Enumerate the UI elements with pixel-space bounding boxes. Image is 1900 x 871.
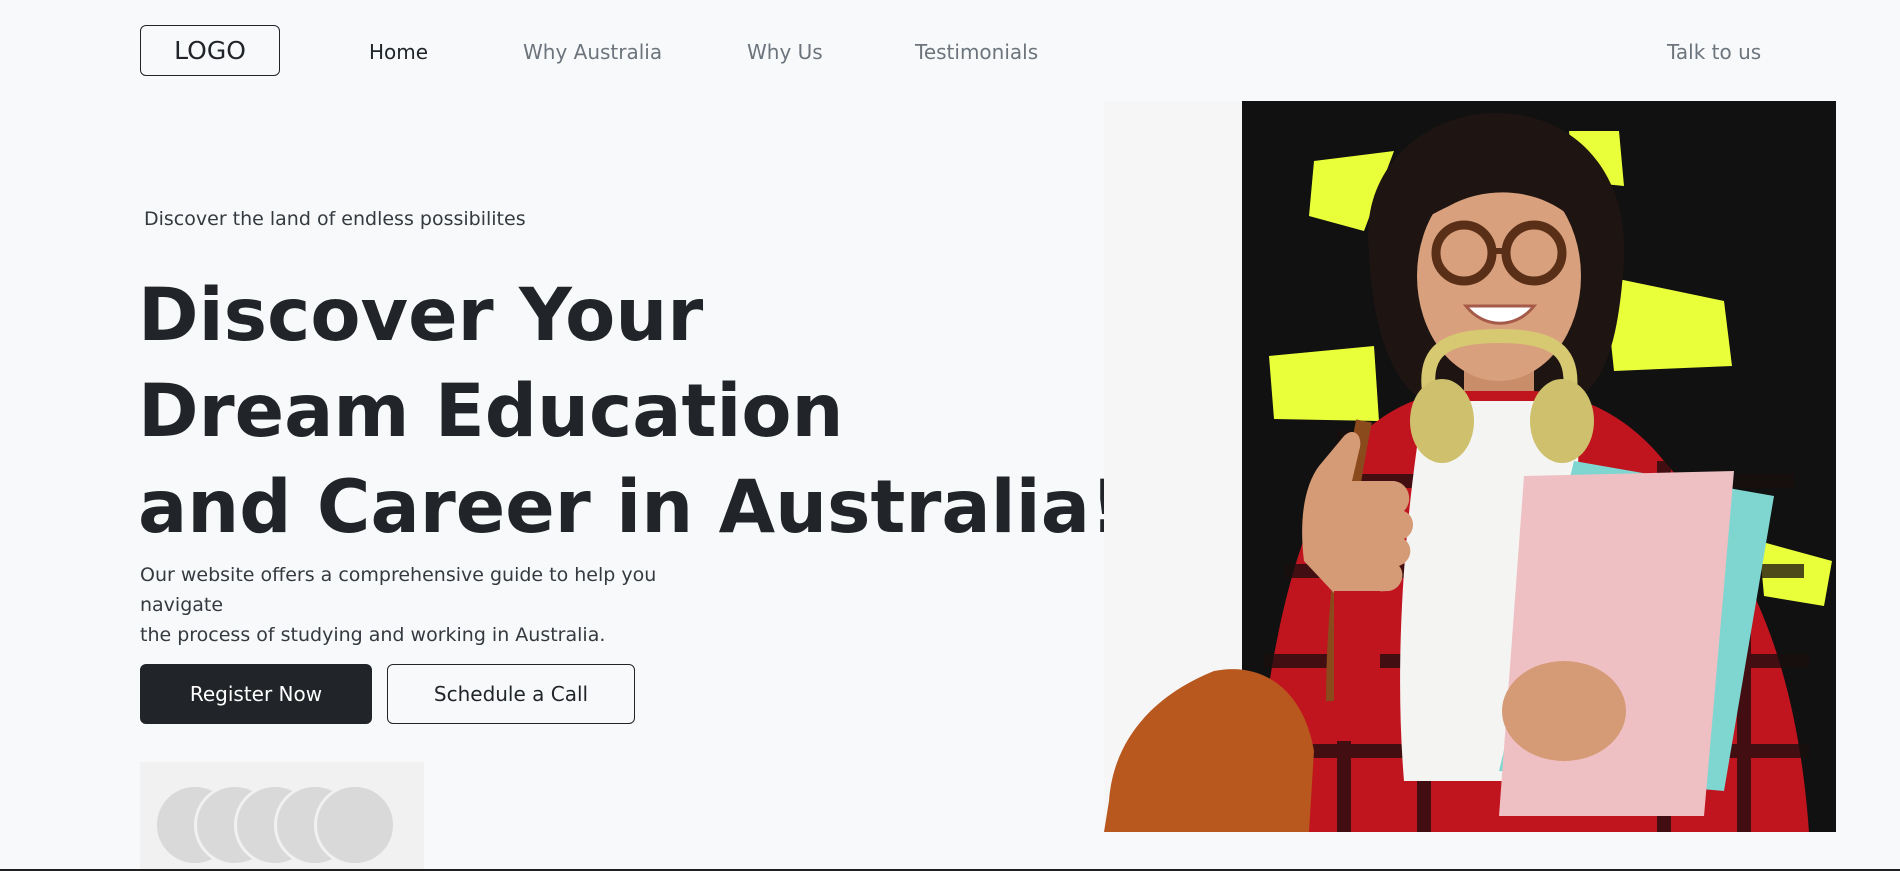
talk-to-us-link[interactable]: Talk to us: [1667, 38, 1761, 66]
logo[interactable]: LOGO: [140, 25, 280, 76]
nav-link-home[interactable]: Home: [369, 38, 428, 66]
headline-line-2: Dream Education: [138, 369, 844, 454]
register-now-button[interactable]: Register Now: [140, 664, 372, 724]
nav-link-testimonials[interactable]: Testimonials: [915, 38, 1038, 66]
schedule-call-button[interactable]: Schedule a Call: [387, 664, 635, 724]
headline-line-3: and Career in Australia!: [138, 465, 1124, 550]
description-line-1: Our website offers a comprehensive guide…: [140, 564, 657, 616]
hero-student-image: [1104, 101, 1836, 832]
student-illustration: [1104, 101, 1836, 832]
navbar: LOGO Home Why Australia Why Us Testimoni…: [0, 0, 1900, 100]
hero-kicker: Discover the land of endless possibilite…: [144, 208, 526, 230]
description-line-2: the process of studying and working in A…: [140, 624, 606, 646]
avatar-stack: [140, 762, 424, 871]
avatar-placeholder-icon: [314, 784, 396, 866]
hero-description: Our website offers a comprehensive guide…: [140, 560, 740, 650]
hero-headline: Discover Your Dream Education and Career…: [138, 268, 1123, 556]
headline-line-1: Discover Your: [138, 273, 704, 358]
nav-link-why-australia[interactable]: Why Australia: [523, 38, 662, 66]
nav-link-why-us[interactable]: Why Us: [747, 38, 823, 66]
